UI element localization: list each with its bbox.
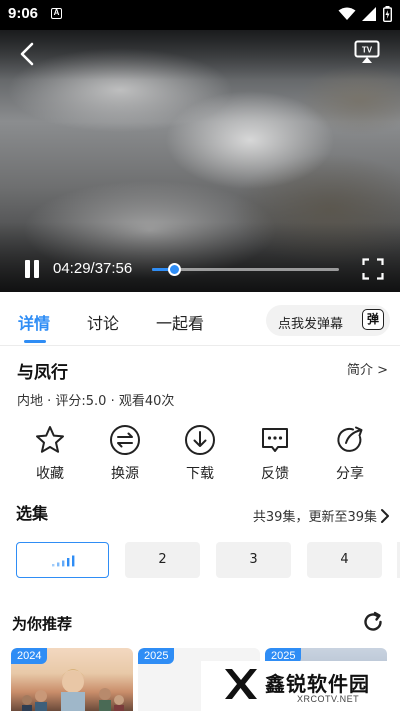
playing-bars-icon	[51, 555, 74, 566]
tab-discussion[interactable]: 讨论	[87, 310, 119, 334]
battery-icon	[383, 6, 392, 22]
pause-button[interactable]	[22, 258, 42, 280]
episodes-info-text: 共39集，更新至39集	[252, 510, 377, 525]
video-shade-bottom	[0, 222, 400, 292]
episode-2[interactable]: 2	[125, 542, 200, 578]
status-time: 9:06	[8, 5, 39, 22]
video-player[interactable]: TV 04:29/37:56	[0, 30, 400, 292]
send-danmu-button[interactable]: 点我发弹幕 弹	[266, 305, 390, 336]
status-bar: 9:06 A	[0, 0, 400, 30]
signal-icon	[362, 7, 376, 21]
recommend-card-1[interactable]: 2024	[11, 648, 133, 711]
show-meta: 内地 · 评分:5.0 · 观看40次	[17, 394, 175, 409]
card-year-badge: 2024	[11, 648, 48, 664]
favorite-label: 收藏	[36, 466, 64, 482]
tab-watch-together[interactable]: 一起看	[156, 310, 204, 334]
refresh-icon[interactable]	[362, 611, 384, 633]
episodes-more[interactable]: 共39集，更新至39集	[253, 506, 390, 525]
watermark-name: 鑫锐软件园	[265, 672, 370, 696]
download-button[interactable]: 下载	[168, 424, 232, 488]
episode-3[interactable]: 3	[216, 542, 291, 578]
feedback-icon	[262, 428, 288, 452]
watermark-url: XRCOTV.NET	[297, 694, 360, 704]
switch-source-button[interactable]: 换源	[93, 424, 157, 488]
episode-list: 2 3 4	[16, 542, 382, 578]
danmu-toggle-icon[interactable]: 弹	[362, 309, 384, 330]
pause-bar-right	[34, 260, 39, 278]
tab-active-indicator	[24, 340, 46, 343]
video-shade-top	[0, 30, 400, 80]
share-button[interactable]: 分享	[318, 424, 382, 488]
feedback-button[interactable]: 反馈	[243, 424, 307, 488]
watermark-logo-icon	[225, 669, 257, 699]
pause-bar-left	[25, 260, 30, 278]
progress-slider[interactable]	[152, 263, 339, 276]
recommend-title: 为你推荐	[12, 615, 73, 633]
playback-time: 04:29/37:56	[53, 260, 133, 277]
watermark: 鑫锐软件园 XRCOTV.NET	[201, 661, 390, 711]
download-icon	[185, 425, 215, 455]
status-icons	[338, 6, 392, 22]
cast-tv-icon[interactable]: TV	[354, 40, 380, 64]
episode-1-playing[interactable]	[16, 542, 109, 578]
star-icon	[36, 426, 64, 453]
swap-icon	[110, 425, 140, 455]
wifi-icon	[338, 7, 356, 20]
episode-4[interactable]: 4	[307, 542, 382, 578]
download-label: 下载	[186, 466, 214, 482]
action-row: 收藏 换源 下载 反馈 分享	[10, 424, 390, 488]
notification-icon: A	[51, 8, 62, 19]
show-title: 与凤行	[17, 363, 68, 383]
share-icon	[337, 426, 363, 452]
svg-text:TV: TV	[362, 46, 373, 55]
chevron-right-icon	[381, 508, 389, 523]
fullscreen-icon[interactable]	[362, 258, 384, 280]
favorite-button[interactable]: 收藏	[18, 424, 82, 488]
share-label: 分享	[336, 466, 364, 482]
switch-source-label: 换源	[111, 466, 139, 482]
tab-details[interactable]: 详情	[18, 310, 50, 334]
episodes-title: 选集	[16, 504, 49, 523]
card-year-badge: 2025	[138, 648, 175, 664]
feedback-label: 反馈	[261, 466, 289, 482]
back-arrow-icon[interactable]	[14, 40, 42, 68]
send-danmu-label: 点我发弹幕	[278, 317, 344, 332]
intro-link[interactable]: 简介 >	[347, 359, 388, 378]
progress-knob[interactable]	[168, 263, 182, 276]
